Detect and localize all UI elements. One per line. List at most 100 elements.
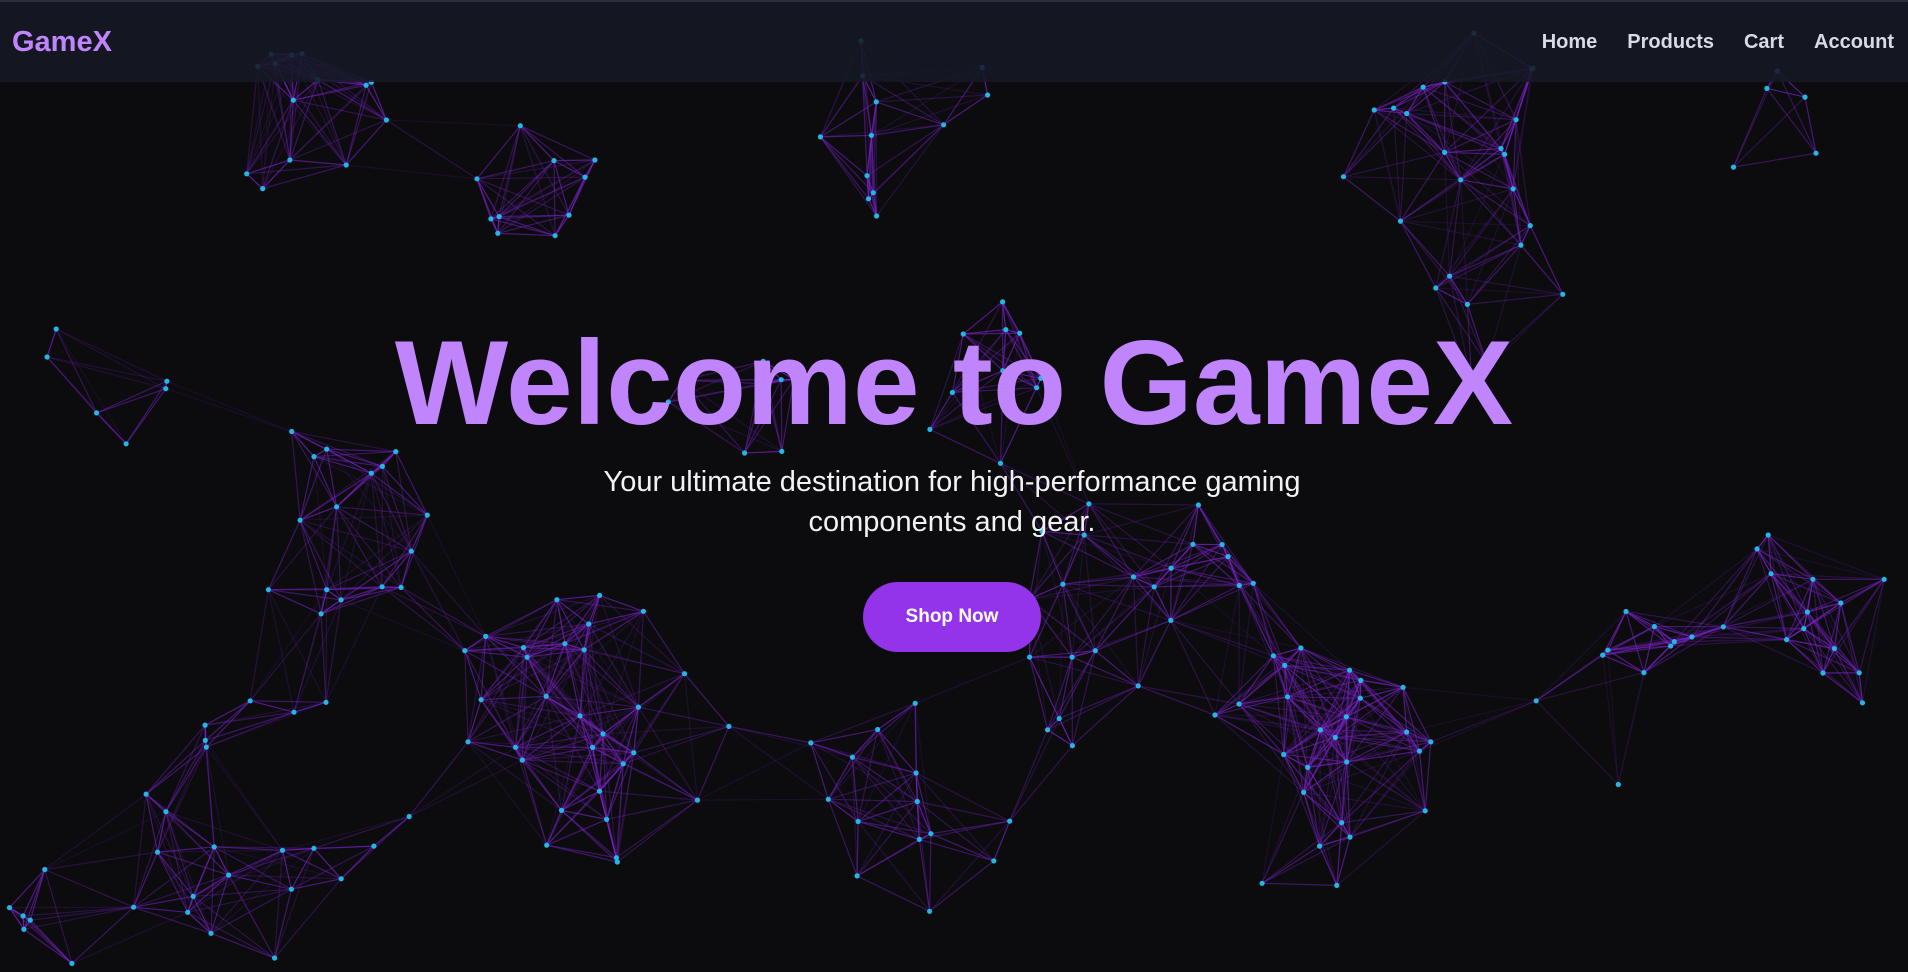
network-link xyxy=(267,519,301,590)
network-node xyxy=(383,117,389,123)
network-link xyxy=(249,613,322,702)
network-node xyxy=(875,726,881,733)
network-link xyxy=(697,742,812,801)
network-node xyxy=(1801,626,1807,632)
network-node xyxy=(408,548,414,554)
network-node xyxy=(338,597,344,603)
network-node xyxy=(1219,542,1225,548)
network-link xyxy=(1071,685,1139,747)
network-link xyxy=(210,888,292,934)
network-node xyxy=(154,849,161,855)
network-node xyxy=(42,866,48,873)
network-link xyxy=(951,392,1001,464)
network-link xyxy=(1467,293,1563,305)
network-link xyxy=(1170,504,1199,621)
network-node xyxy=(1130,574,1137,580)
network-node xyxy=(1615,781,1621,788)
network-link xyxy=(165,740,206,812)
network-node xyxy=(164,378,170,384)
shop-now-button[interactable]: Shop Now xyxy=(863,582,1041,652)
network-node xyxy=(1802,94,1808,100)
network-node xyxy=(1754,546,1760,552)
network-link xyxy=(683,673,698,801)
network-node xyxy=(1464,301,1470,307)
network-link xyxy=(408,741,469,817)
network-node xyxy=(524,654,530,660)
network-node xyxy=(1498,145,1504,152)
network-link xyxy=(55,328,98,414)
network-node xyxy=(912,700,918,706)
network-link xyxy=(1471,293,1564,385)
network-link xyxy=(313,456,428,516)
network-node xyxy=(1502,151,1508,157)
network-node xyxy=(916,836,922,843)
network-node xyxy=(604,816,610,823)
top-navbar: GameX Home Products Cart Account xyxy=(0,0,1908,82)
network-link xyxy=(780,379,783,452)
network-link xyxy=(553,160,556,236)
network-node xyxy=(1000,368,1006,374)
nav-link-account[interactable]: Account xyxy=(1814,31,1894,54)
network-link xyxy=(1607,650,1619,785)
network-node xyxy=(478,697,484,703)
network-node xyxy=(1039,528,1045,534)
network-link xyxy=(1403,686,1537,702)
network-node xyxy=(868,132,875,138)
network-link xyxy=(1460,153,1505,181)
network-link xyxy=(1776,70,1817,154)
network-node xyxy=(586,621,592,627)
network-node xyxy=(324,587,330,593)
network-link xyxy=(145,724,206,795)
nav-link-cart[interactable]: Cart xyxy=(1744,31,1784,54)
nav-link-products[interactable]: Products xyxy=(1627,31,1714,54)
network-node xyxy=(289,428,295,435)
nav-link-home[interactable]: Home xyxy=(1542,31,1598,54)
network-link xyxy=(381,586,466,652)
network-link xyxy=(999,462,1043,532)
network-node xyxy=(562,641,568,647)
network-link xyxy=(96,388,166,414)
network-node xyxy=(1081,532,1087,538)
network-node xyxy=(1168,617,1174,624)
network-node xyxy=(1689,634,1695,640)
network-link xyxy=(464,650,469,742)
network-link xyxy=(1535,611,1627,702)
network-node xyxy=(1000,299,1006,305)
network-link xyxy=(1466,188,1514,305)
network-node xyxy=(53,326,59,332)
network-link xyxy=(476,176,586,180)
network-node xyxy=(1458,177,1464,183)
network-node xyxy=(290,97,296,103)
network-link xyxy=(408,746,516,818)
network-node xyxy=(393,449,399,455)
network-link xyxy=(1435,287,1488,364)
network-link xyxy=(381,466,412,552)
network-node xyxy=(1284,694,1291,700)
network-node xyxy=(566,212,572,218)
network-node xyxy=(928,831,934,837)
network-node xyxy=(855,818,861,825)
network-node xyxy=(1527,223,1533,229)
network-link xyxy=(1029,586,1155,600)
network-link xyxy=(1261,836,1351,884)
network-link xyxy=(1071,650,1096,746)
network-node xyxy=(288,886,294,892)
network-link xyxy=(1861,579,1885,703)
network-link xyxy=(246,173,264,190)
network-link xyxy=(929,428,1001,464)
brand-logo[interactable]: GameX xyxy=(12,26,112,59)
network-link xyxy=(681,379,765,385)
network-link xyxy=(55,328,168,382)
network-node xyxy=(1442,149,1448,155)
network-node xyxy=(211,844,217,850)
network-nodes xyxy=(6,30,1887,967)
network-link xyxy=(325,589,328,703)
network-link xyxy=(929,332,1021,430)
network-node xyxy=(1060,581,1066,587)
network-link xyxy=(1341,750,1420,824)
network-node xyxy=(1281,751,1287,758)
network-link xyxy=(696,726,730,801)
network-node xyxy=(406,813,412,820)
network-node xyxy=(679,377,685,383)
network-node xyxy=(1404,729,1410,735)
